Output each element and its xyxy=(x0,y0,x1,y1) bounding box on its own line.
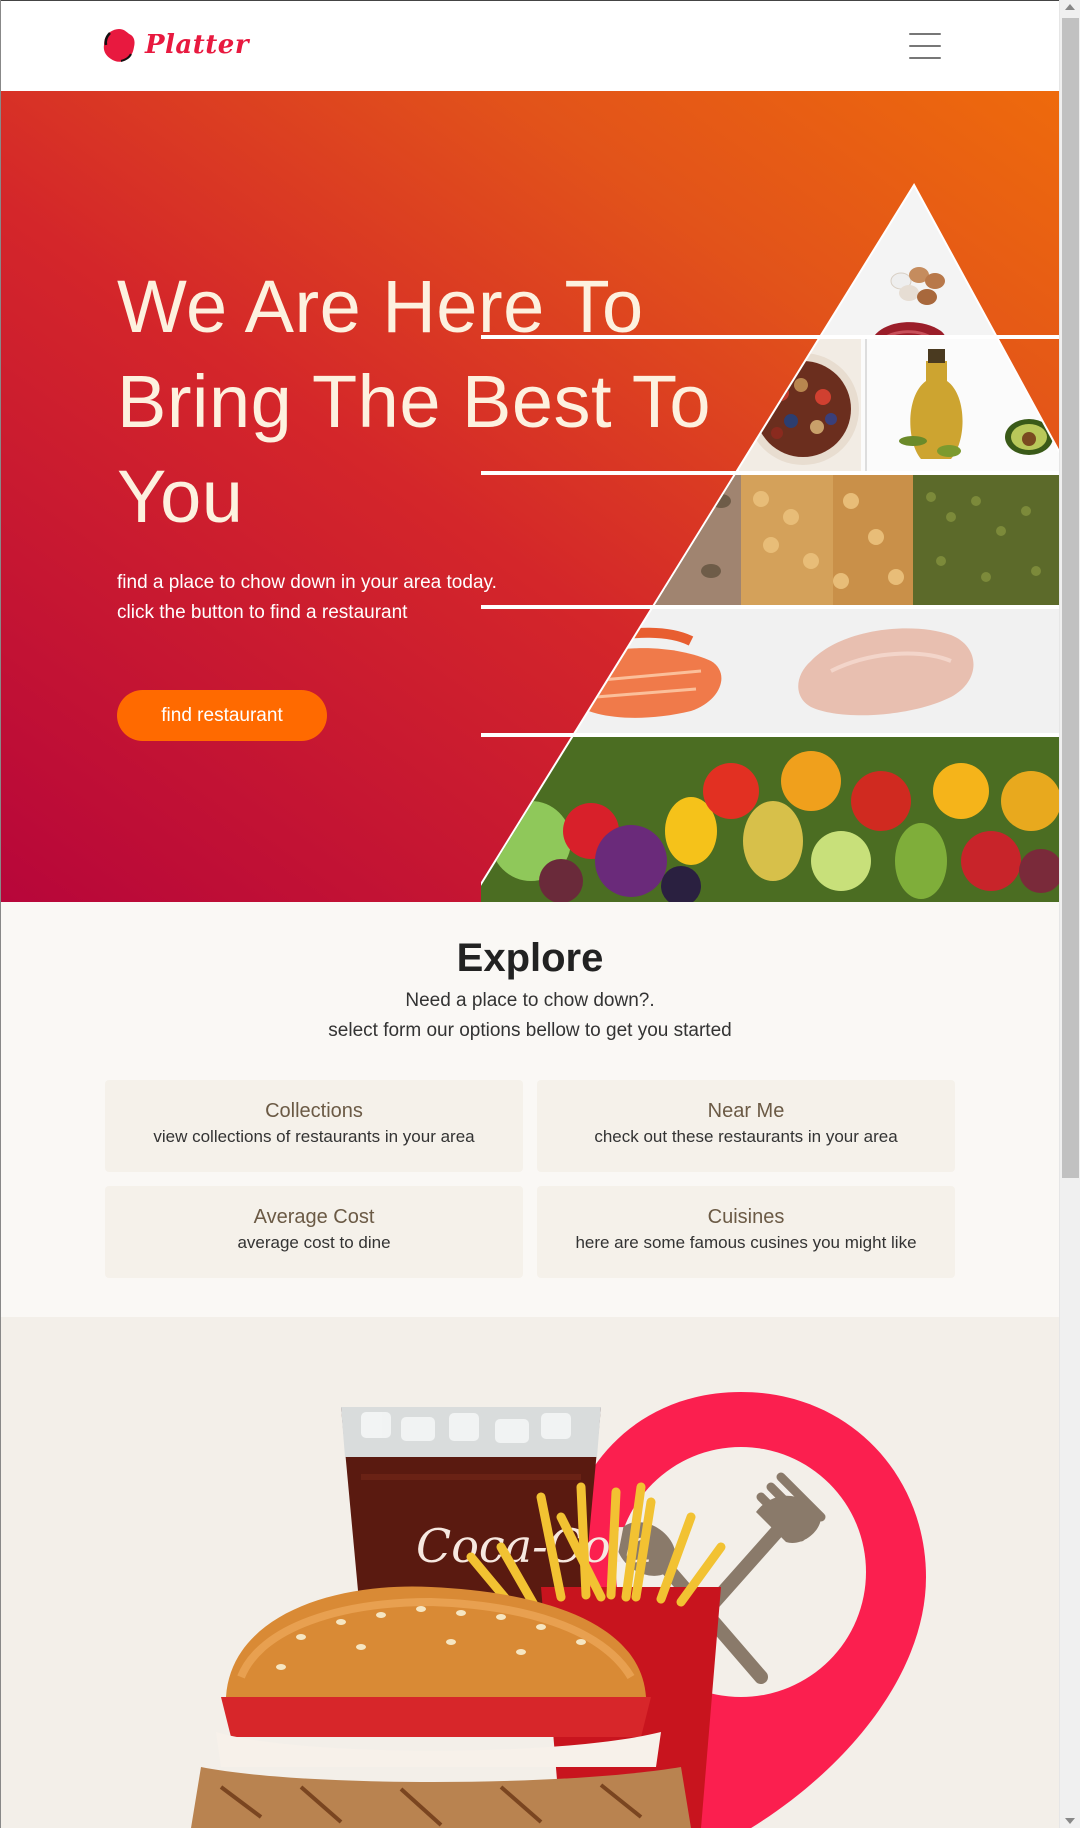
burger-fries-drink-image: Coca-Cola xyxy=(191,1392,926,1828)
cuisines-card[interactable]: Cuisines here are some famous cusines yo… xyxy=(537,1186,955,1278)
explore-section: Explore Need a place to chow down?. sele… xyxy=(1,902,1059,1317)
near-me-card[interactable]: Near Me check out these restaurants in y… xyxy=(537,1080,955,1172)
explore-subtitle-line-2: select form our options bellow to get yo… xyxy=(328,1020,732,1041)
hero-subtitle-line-1: find a place to chow down in your area t… xyxy=(117,572,497,593)
promo-section: Coca-Cola xyxy=(1,1317,1059,1828)
navbar: Platter xyxy=(1,1,1059,91)
food-pyramid-image xyxy=(481,183,1059,902)
card-description: check out these restaurants in your area xyxy=(594,1127,898,1146)
brand-name: Platter xyxy=(145,30,250,60)
average-cost-card[interactable]: Average Cost average cost to dine xyxy=(105,1186,523,1278)
hero-subtitle: find a place to chow down in your area t… xyxy=(117,568,497,628)
card-description: average cost to dine xyxy=(237,1233,391,1252)
scrollbar-thumb[interactable] xyxy=(1062,18,1079,1178)
menu-bar xyxy=(909,45,941,47)
hero-section: We Are Here To Bring The Best To You fin… xyxy=(1,91,1059,902)
card-title: Near Me xyxy=(707,1100,785,1122)
page: Platter We Are Here To Bring The Best To… xyxy=(1,1,1059,1828)
hero-subtitle-line-2: click the button to find a restaurant xyxy=(117,602,408,623)
vertical-scrollbar[interactable] xyxy=(1059,0,1080,1828)
explore-subtitle: Need a place to chow down?. select form … xyxy=(1,986,1059,1046)
hamburger-menu-icon[interactable] xyxy=(909,33,941,59)
scroll-down-arrow-icon[interactable] xyxy=(1065,1818,1075,1824)
card-description: here are some famous cusines you might l… xyxy=(575,1233,917,1252)
card-title: Average Cost xyxy=(253,1206,375,1228)
explore-title: Explore xyxy=(456,936,604,980)
card-title: Collections xyxy=(265,1100,363,1122)
blob-logo-icon xyxy=(101,27,137,63)
explore-subtitle-line-1: Need a place to chow down?. xyxy=(405,990,655,1011)
menu-bar xyxy=(909,33,941,35)
menu-bar xyxy=(909,57,941,59)
find-restaurant-button[interactable]: find restaurant xyxy=(117,690,327,741)
card-description: view collections of restaurants in your … xyxy=(153,1127,475,1146)
brand-logo-link[interactable]: Platter xyxy=(101,27,249,63)
collections-card[interactable]: Collections view collections of restaura… xyxy=(105,1080,523,1172)
card-title: Cuisines xyxy=(707,1206,785,1228)
scroll-up-arrow-icon[interactable] xyxy=(1065,4,1075,10)
